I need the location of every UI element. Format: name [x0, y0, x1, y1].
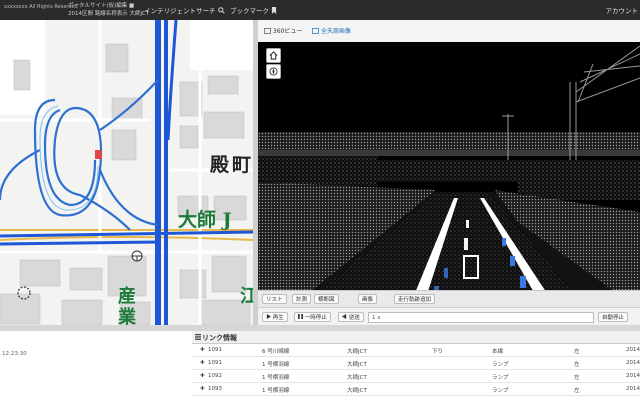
- auto-stop-toggle[interactable]: 自動停止: [598, 312, 629, 322]
- viewer-toolbar: リスト 計測 横断図 画像 走行軌跡追加: [258, 290, 640, 308]
- playback-toolbar: 再生 一時停止 逆送 1 x 自動停止: [258, 307, 640, 326]
- tab-omnidirectional-image[interactable]: 全天周画像: [312, 26, 351, 35]
- cross-section-button[interactable]: 横断図: [314, 294, 339, 304]
- copyright-text: xxxxxxxx All Rights Reserved: [4, 4, 78, 10]
- link-info-header: リンク情報: [192, 331, 640, 344]
- table-row[interactable]: ✚ 1093 1 号横羽線 大師JCT ランプ 左 2014: [192, 383, 640, 396]
- point-cloud-viewer[interactable]: 360ビュー 全天周画像: [258, 20, 640, 325]
- link-info-panel: リンク情報 ✚ 1091 6 号川崎線 大師JCT 下り 本線 左 2014 ✚…: [192, 331, 640, 400]
- expand-icon[interactable]: ✚: [200, 360, 205, 366]
- menu-label: インテリジェントサーチ: [144, 7, 216, 15]
- image-button[interactable]: 画像: [358, 294, 378, 304]
- pause-icon: [298, 314, 303, 319]
- menu-intelligent-search[interactable]: インテリジェントサーチ: [144, 5, 225, 15]
- map-panel[interactable]: 殿 町 大師 J 産 業 江: [0, 20, 253, 325]
- play-button[interactable]: 再生: [262, 312, 288, 322]
- table-row[interactable]: ✚ 1091 6 号川崎線 大師JCT 下り 本線 左 2014: [192, 344, 640, 357]
- top-navigation-bar: xxxxxxxx All Rights Reserved ポータルサイト(仮)編…: [0, 0, 640, 20]
- reverse-button[interactable]: 逆送: [338, 312, 364, 322]
- menu-label: ブックマーク: [230, 7, 269, 15]
- expand-icon[interactable]: ✚: [200, 347, 205, 353]
- expand-icon[interactable]: ✚: [200, 386, 205, 392]
- site-title[interactable]: ポータルサイト(仮)編集 ■ 2014区間 路線名称表示 大師JCT: [68, 2, 149, 18]
- pause-button[interactable]: 一時停止: [294, 312, 331, 322]
- compass-icon: [269, 67, 278, 76]
- compass-button[interactable]: [266, 64, 281, 79]
- home-icon: [269, 51, 278, 60]
- timestamp-text: 12:23:30: [2, 351, 27, 357]
- sphere-icon: [312, 28, 319, 34]
- bookmark-icon: [271, 7, 277, 14]
- viewer-tab-bar: 360ビュー 全天周画像: [258, 20, 640, 43]
- expand-icon[interactable]: ✚: [200, 373, 205, 379]
- site-title-line1: ポータルサイト(仮)編集 ■: [68, 3, 135, 9]
- map-label-machi: 町: [232, 154, 252, 176]
- search-icon: [217, 7, 225, 14]
- list-button[interactable]: リスト: [262, 294, 287, 304]
- map-label-e: 江: [240, 286, 253, 307]
- list-icon: [195, 334, 201, 340]
- play-icon: [266, 314, 271, 319]
- table-row[interactable]: ✚ 1092 1 号横羽線 大師JCT ランプ 左 2014: [192, 370, 640, 383]
- table-row[interactable]: ✚ 1091 1 号横羽線 大師JCT ランプ 左 2014: [192, 357, 640, 370]
- map-label-dono: 殿: [210, 154, 230, 176]
- point-cloud-canvas[interactable]: [258, 42, 640, 310]
- tab-360-view[interactable]: 360ビュー: [264, 26, 302, 35]
- info-panel-left: 12:23:30: [0, 331, 193, 400]
- home-button[interactable]: [266, 48, 281, 63]
- menu-bookmark[interactable]: ブックマーク: [230, 5, 277, 15]
- account-menu[interactable]: アカウント: [606, 5, 639, 15]
- add-track-button[interactable]: 走行軌跡追加: [394, 294, 436, 304]
- map-label-gyo: 業: [118, 307, 136, 325]
- site-title-line2: 2014区間 路線名称表示 大師JCT: [68, 11, 150, 17]
- map-label-daishi-jct: 大師 J: [178, 209, 232, 231]
- link-info-title: リンク情報: [202, 334, 237, 342]
- reverse-icon: [342, 314, 347, 319]
- playback-speed-input[interactable]: 1 x: [368, 312, 594, 323]
- panorama-icon: [264, 28, 271, 34]
- measure-button[interactable]: 計測: [292, 294, 312, 304]
